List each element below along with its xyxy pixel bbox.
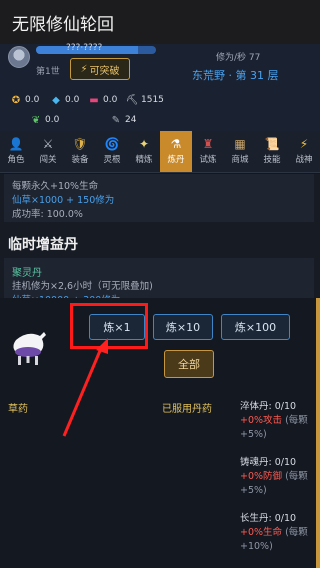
scroll-icon: 📜 <box>264 137 280 151</box>
character-panel: ???·???? 第1世 ⚡ 可突破 修为/秒 77 东荒野 · 第 31 层 … <box>0 43 320 131</box>
pill-cost: 仙草×1000 + 150修为 <box>12 195 115 206</box>
refine-x100-button[interactable]: 炼×100 <box>221 314 290 340</box>
pickaxe-icon: ⛏ <box>125 94 139 106</box>
bolt-icon: ⚡ <box>299 137 309 151</box>
swords-icon: ⚔ <box>42 137 54 151</box>
pill-name: 聚灵丹 <box>12 268 42 279</box>
resource-ticket: ▬ 0.0 <box>89 94 118 106</box>
pill-desc: 每颗永久+10%生命 <box>12 181 99 192</box>
flask-icon: ⚗ <box>170 137 182 151</box>
location-label: 东荒野 · 第 31 层 <box>192 69 279 82</box>
app-title-bar: 无限修仙轮回 <box>0 0 320 44</box>
app-title: 无限修仙轮回 <box>12 14 114 35</box>
resource-spirit: ✪ 0.0 <box>11 94 40 106</box>
pill-stat-life: 长生丹: 0/10 +0%生命 (每颗+10%) <box>240 513 308 552</box>
alchemy-dialog: 炼×1 炼×10 炼×100 全部 草药 已服用丹药 淬体丹: 0/10 +0%… <box>0 298 316 568</box>
herb-icon: ❦ <box>31 114 41 126</box>
herb-column-label: 草药 <box>8 404 28 415</box>
resource-gem: ◆ 0.0 <box>50 94 79 106</box>
tab-alchemy[interactable]: ⚗ 炼丹 <box>160 131 192 172</box>
pill-desc: 挂机修为×2,6小时（可无限叠加) <box>12 281 153 292</box>
pill-success-rate: 成功率: 100.0% <box>12 209 83 220</box>
breakthrough-button[interactable]: ⚡ 可突破 <box>70 58 130 80</box>
scrollbar[interactable] <box>316 298 320 568</box>
tab-dungeon[interactable]: ⚔ 闯关 <box>32 131 64 172</box>
cultivation-rate: 修为/秒 77 <box>216 53 261 63</box>
tab-skills[interactable]: 📜 技能 <box>256 131 288 172</box>
section-title: 临时增益丹 <box>8 237 78 253</box>
pill-stat-soul: 铸魂丹: 0/10 +0%防御 (每颗+5%) <box>240 457 308 496</box>
pointer-arrow <box>62 338 108 437</box>
shield-icon: 🛡 <box>72 137 88 151</box>
furnace-icon <box>13 332 46 365</box>
name-bar-text: ???·???? <box>66 43 103 53</box>
store-icon: ▦ <box>234 137 246 151</box>
main-nav: 👤 角色 ⚔ 闯关 🛡 装备 🌀 灵根 ✦ 精炼 ⚗ 炼丹 ♜ 试炼 ▦ 商城 📜 技能 ⚡ 战神 <box>0 131 320 173</box>
resource-tool: ✎ 24 <box>111 114 137 126</box>
tab-trial[interactable]: ♜ 试炼 <box>192 131 224 172</box>
sparkle-icon: ✦ <box>138 137 150 151</box>
spirit-swirl-icon: ✪ <box>11 94 21 106</box>
tower-icon: ♜ <box>202 137 214 151</box>
person-icon: 👤 <box>8 137 24 151</box>
bolt-icon: ⚡ <box>80 63 88 75</box>
tab-equip[interactable]: 🛡 装备 <box>64 131 96 172</box>
refine-x10-button[interactable]: 炼×10 <box>153 314 213 340</box>
ticket-icon: ▬ <box>89 94 99 106</box>
resource-bar: ✪ 0.0 ◆ 0.0 ▬ 0.0 ⛏ 1515 ❦ 0.0 ✎ 24 <box>0 88 320 131</box>
permanent-pill-card: 每颗永久+10%生命 仙草×1000 + 150修为 成功率: 100.0% <box>4 174 314 222</box>
refine-all-button[interactable]: 全部 <box>164 350 214 378</box>
tool-icon: ✎ <box>111 114 121 126</box>
tab-warrior[interactable]: ⚡ 战神 <box>288 131 320 172</box>
avatar[interactable] <box>8 46 30 68</box>
resource-herb: ❦ 0.0 <box>31 114 60 126</box>
gem-icon: ◆ <box>52 94 60 106</box>
tab-character[interactable]: 👤 角色 <box>0 131 32 172</box>
temp-pill-card[interactable]: 聚灵丹 挂机修为×2,6小时（可无限叠加) 仙草×10000 + 300修为 <box>4 258 314 306</box>
taken-pills-label: 已服用丹药 <box>162 404 212 415</box>
swirl-icon: 🌀 <box>104 137 120 151</box>
tab-refine[interactable]: ✦ 精炼 <box>128 131 160 172</box>
generation-label: 第1世 <box>36 67 60 77</box>
tab-shop[interactable]: ▦ 商城 <box>224 131 256 172</box>
tab-spirit[interactable]: 🌀 灵根 <box>96 131 128 172</box>
resource-ore: ⛏ 1515 <box>125 94 164 106</box>
pill-stat-body: 淬体丹: 0/10 +0%攻击 (每颗+5%) <box>240 401 308 440</box>
